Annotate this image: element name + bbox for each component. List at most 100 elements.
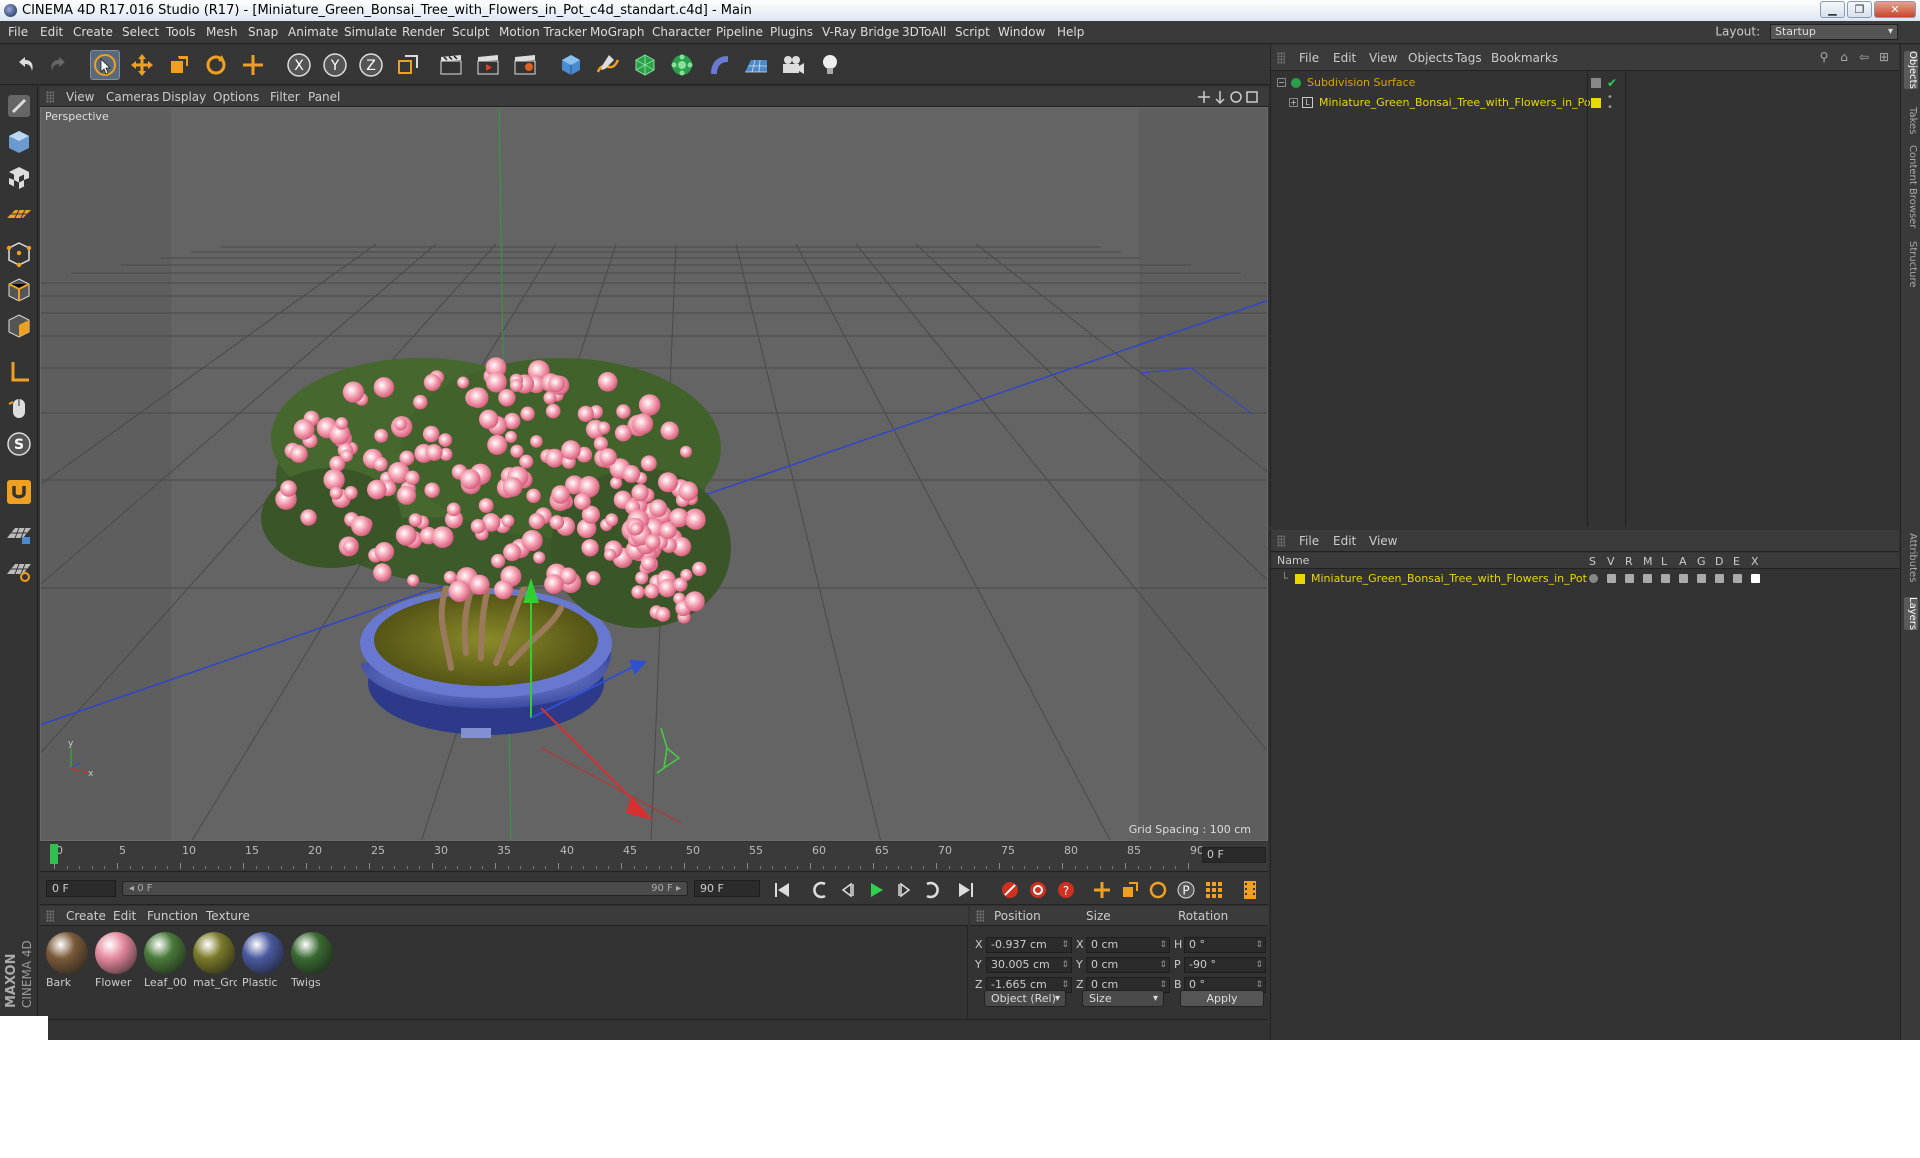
tab-takes[interactable]: Takes xyxy=(1904,107,1918,134)
material-menu-edit[interactable]: Edit xyxy=(113,909,136,923)
prev-frame-button[interactable] xyxy=(836,878,860,902)
tab-objects[interactable]: Objects xyxy=(1904,51,1918,89)
back-icon[interactable]: ⇦ xyxy=(1857,50,1871,64)
model-mode-button[interactable] xyxy=(3,126,35,158)
object-name[interactable]: Miniature_Green_Bonsai_Tree_with_Flowers… xyxy=(1319,93,1595,113)
preview-start-field[interactable]: 0 F xyxy=(46,880,116,897)
menu-select[interactable]: Select xyxy=(122,25,159,39)
key-parameter-button[interactable]: P xyxy=(1174,878,1198,902)
layer-flag-x-icon[interactable] xyxy=(1751,574,1760,583)
coordinate-mode-dropdown[interactable]: Object (Rel) xyxy=(984,990,1066,1007)
close-button[interactable]: ✕ xyxy=(1874,1,1916,18)
menu-motion-tracker[interactable]: Motion Tracker xyxy=(499,25,587,39)
name-column[interactable]: Name xyxy=(1277,554,1309,567)
live-selection-tool[interactable] xyxy=(90,50,120,80)
playhead[interactable] xyxy=(50,844,58,864)
enable-axis-button[interactable] xyxy=(3,356,35,388)
layer-column-s[interactable]: S xyxy=(1589,555,1596,568)
layer-column-e[interactable]: E xyxy=(1733,555,1740,568)
rotate-tool[interactable] xyxy=(201,50,231,80)
material-bark[interactable]: Bark xyxy=(44,930,90,990)
move-tool[interactable] xyxy=(127,50,157,80)
lm-menu-edit[interactable]: Edit xyxy=(1333,534,1356,548)
search-icon[interactable]: ⚲ xyxy=(1817,50,1831,64)
om-menu-objects[interactable]: Objects xyxy=(1408,51,1453,65)
layer-row[interactable]: └ Miniature_Green_Bonsai_Tree_with_Flowe… xyxy=(1271,570,1899,588)
lock-x-axis[interactable]: X xyxy=(284,50,314,80)
light-button[interactable] xyxy=(815,50,845,80)
goto-end-button[interactable] xyxy=(954,878,978,902)
home-icon[interactable]: ⌂ xyxy=(1837,50,1851,64)
menu-script[interactable]: Script xyxy=(955,25,990,39)
material-leaf-001[interactable]: Leaf_001 xyxy=(142,930,188,990)
magnet-button[interactable] xyxy=(3,476,35,508)
layer-flag-s-icon[interactable] xyxy=(1589,574,1598,583)
viewport-menu-view[interactable]: View xyxy=(66,90,94,104)
menu-mograph[interactable]: MoGraph xyxy=(590,25,645,39)
viewport-menu-filter[interactable]: Filter xyxy=(270,90,300,104)
menu-animate[interactable]: Animate xyxy=(288,25,338,39)
timeline-ruler[interactable]: 0 5 10 15 20 25 30 35 40 45 50 55 60 65 70 75 80 85 90 0 F xyxy=(40,842,1268,872)
render-view-button[interactable] xyxy=(436,50,466,80)
panel-grip[interactable] xyxy=(976,910,984,922)
layer-column-m[interactable]: M xyxy=(1643,555,1653,568)
om-menu-file[interactable]: File xyxy=(1299,51,1319,65)
tab-layers[interactable]: Layers xyxy=(1904,597,1918,631)
menu-plugins[interactable]: Plugins xyxy=(770,25,813,39)
column-divider[interactable] xyxy=(1587,71,1588,527)
next-key-button[interactable] xyxy=(920,878,944,902)
object-row-subdivision[interactable]: − Subdivision Surface ✔ xyxy=(1271,73,1899,93)
menu-snap[interactable]: Snap xyxy=(248,25,278,39)
tab-attributes[interactable]: Attributes xyxy=(1904,533,1918,582)
next-frame-button[interactable] xyxy=(892,878,916,902)
layer-color-swatch[interactable] xyxy=(1295,574,1305,584)
om-menu-tags[interactable]: Tags xyxy=(1455,51,1482,65)
deformer-button[interactable] xyxy=(704,50,734,80)
material-menu-function[interactable]: Function xyxy=(147,909,198,923)
preview-range-slider[interactable]: ◂ 0 F 90 F ▸ xyxy=(122,881,688,896)
menu-sculpt[interactable]: Sculpt xyxy=(452,25,489,39)
menu-help[interactable]: Help xyxy=(1057,25,1084,39)
position-x-field[interactable]: -0.937 cm xyxy=(986,937,1072,953)
key-scale-button[interactable] xyxy=(1118,878,1142,902)
subdivision-button[interactable] xyxy=(630,50,660,80)
material-mat-grc[interactable]: mat_Grc xyxy=(191,930,237,990)
layer-flag-l-icon[interactable] xyxy=(1661,574,1670,583)
prev-key-button[interactable] xyxy=(808,878,832,902)
workplane-mode-button[interactable] xyxy=(3,198,35,230)
menu-render[interactable]: Render xyxy=(402,25,445,39)
undo-button[interactable] xyxy=(10,50,40,80)
preview-end-field[interactable]: 90 F xyxy=(694,880,760,897)
viewport-nav-icons[interactable] xyxy=(1198,90,1262,104)
floor-button[interactable] xyxy=(741,50,771,80)
material-menu-texture[interactable]: Texture xyxy=(206,909,250,923)
menu-simulate[interactable]: Simulate xyxy=(344,25,397,39)
viewport-menu-options[interactable]: Options xyxy=(213,90,259,104)
viewport-menu-cameras[interactable]: Cameras xyxy=(106,90,159,104)
layer-name[interactable]: Miniature_Green_Bonsai_Tree_with_Flowers… xyxy=(1311,570,1587,588)
om-menu-view[interactable]: View xyxy=(1369,51,1397,65)
snap-button[interactable]: S xyxy=(3,428,35,460)
panel-grip[interactable] xyxy=(46,91,54,103)
layer-icon[interactable] xyxy=(1591,78,1601,88)
lm-menu-file[interactable]: File xyxy=(1299,534,1319,548)
object-name[interactable]: Subdivision Surface xyxy=(1307,73,1415,93)
spline-pen-button[interactable] xyxy=(593,50,623,80)
perspective-viewport[interactable]: y x Perspective Grid Spacing : 100 cm xyxy=(40,107,1268,841)
goto-start-button[interactable] xyxy=(770,878,794,902)
record-keys-button[interactable] xyxy=(998,878,1022,902)
panel-grip[interactable] xyxy=(1277,535,1285,547)
enabled-check-icon[interactable]: ✔ xyxy=(1607,73,1617,93)
menu-character[interactable]: Character xyxy=(652,25,711,39)
locked-workplane-button[interactable] xyxy=(3,518,35,550)
menu-edit[interactable]: Edit xyxy=(40,25,63,39)
menu-create[interactable]: Create xyxy=(73,25,113,39)
menu-tools[interactable]: Tools xyxy=(166,25,196,39)
coordinate-system-button[interactable] xyxy=(393,50,423,80)
layout-dropdown[interactable]: Startup xyxy=(1770,24,1898,40)
lock-z-axis[interactable]: Z xyxy=(356,50,386,80)
tab-content-browser[interactable]: Content Browser xyxy=(1904,145,1918,228)
layer-flag-e-icon[interactable] xyxy=(1733,574,1742,583)
cloner-button[interactable] xyxy=(667,50,697,80)
make-editable-button[interactable] xyxy=(3,90,35,122)
